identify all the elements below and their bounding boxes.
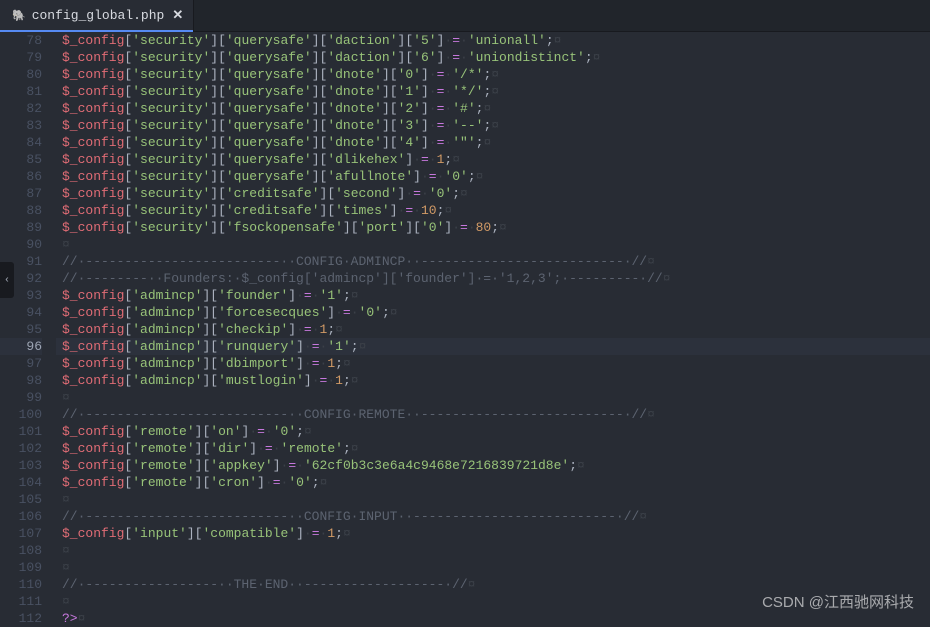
line-number-gutter: 7879808182838485868788899091929394959697… <box>0 32 56 624</box>
line-number: 101 <box>0 423 42 440</box>
code-line[interactable]: //·-----------------··THE·END··---------… <box>56 576 930 593</box>
code-line[interactable]: $_config['security']['fsockopensafe']['p… <box>56 219 930 236</box>
code-line[interactable]: $_config['security']['querysafe']['dacti… <box>56 49 930 66</box>
line-number: 85 <box>0 151 42 168</box>
code-line[interactable]: $_config['admincp']['dbimport']·=·1;¤ <box>56 355 930 372</box>
code-area[interactable]: $_config['security']['querysafe']['dacti… <box>56 32 930 624</box>
code-line[interactable]: //·-------------------------··CONFIG·ADM… <box>56 253 930 270</box>
tab-config-global[interactable]: 🐘 config_global.php ✕ <box>0 0 194 31</box>
code-line[interactable]: $_config['security']['creditsafe']['seco… <box>56 185 930 202</box>
line-number: 80 <box>0 66 42 83</box>
line-number: 87 <box>0 185 42 202</box>
line-number: 111 <box>0 593 42 610</box>
line-number: 81 <box>0 83 42 100</box>
code-line[interactable]: $_config['security']['querysafe']['dnote… <box>56 66 930 83</box>
line-number: 89 <box>0 219 42 236</box>
code-line[interactable]: $_config['security']['querysafe']['afull… <box>56 168 930 185</box>
code-line[interactable]: //·--------------------------··CONFIG·IN… <box>56 508 930 525</box>
code-line[interactable]: $_config['remote']['on']·=·'0';¤ <box>56 423 930 440</box>
code-line[interactable]: $_config['admincp']['founder']·=·'1';¤ <box>56 287 930 304</box>
line-number: 78 <box>0 32 42 49</box>
line-number: 95 <box>0 321 42 338</box>
line-number: 96 <box>0 338 42 355</box>
code-line[interactable]: $_config['security']['querysafe']['dnote… <box>56 117 930 134</box>
line-number: 105 <box>0 491 42 508</box>
code-line[interactable]: ¤ <box>56 559 930 576</box>
code-line[interactable]: $_config['security']['querysafe']['dnote… <box>56 100 930 117</box>
code-line[interactable]: //·--------------------------··CONFIG·RE… <box>56 406 930 423</box>
code-line[interactable]: $_config['security']['querysafe']['dlike… <box>56 151 930 168</box>
code-line[interactable]: $_config['security']['querysafe']['dnote… <box>56 134 930 151</box>
line-number: 97 <box>0 355 42 372</box>
line-number: 108 <box>0 542 42 559</box>
code-line[interactable]: ¤ <box>56 236 930 253</box>
panel-collapse-handle[interactable]: ‹ <box>0 262 14 298</box>
code-line[interactable]: ¤ <box>56 491 930 508</box>
code-line[interactable]: $_config['admincp']['checkip']·=·1;¤ <box>56 321 930 338</box>
line-number: 109 <box>0 559 42 576</box>
line-number: 106 <box>0 508 42 525</box>
code-line[interactable]: $_config['remote']['cron']·=·'0';¤ <box>56 474 930 491</box>
tab-filename: config_global.php <box>32 8 165 23</box>
line-number: 100 <box>0 406 42 423</box>
code-line[interactable]: ¤ <box>56 542 930 559</box>
close-icon[interactable]: ✕ <box>172 8 183 23</box>
code-line[interactable]: $_config['security']['creditsafe']['time… <box>56 202 930 219</box>
line-number: 104 <box>0 474 42 491</box>
line-number: 110 <box>0 576 42 593</box>
line-number: 94 <box>0 304 42 321</box>
line-number: 102 <box>0 440 42 457</box>
code-line[interactable]: $_config['security']['querysafe']['dacti… <box>56 32 930 49</box>
code-line[interactable]: ¤ <box>56 389 930 406</box>
line-number: 88 <box>0 202 42 219</box>
line-number: 83 <box>0 117 42 134</box>
code-line[interactable]: $_config['security']['querysafe']['dnote… <box>56 83 930 100</box>
code-line[interactable]: //·--------··Founders:·$_config['admincp… <box>56 270 930 287</box>
code-line[interactable]: $_config['remote']['dir']·=·'remote';¤ <box>56 440 930 457</box>
code-line[interactable]: $_config['admincp']['forcesecques']·=·'0… <box>56 304 930 321</box>
code-line[interactable]: ?>¤ <box>56 610 930 627</box>
line-number: 112 <box>0 610 42 627</box>
line-number: 107 <box>0 525 42 542</box>
line-number: 84 <box>0 134 42 151</box>
line-number: 79 <box>0 49 42 66</box>
code-line[interactable]: $_config['remote']['appkey']·=·'62cf0b3c… <box>56 457 930 474</box>
line-number: 98 <box>0 372 42 389</box>
code-line[interactable]: $_config['input']['compatible']·=·1;¤ <box>56 525 930 542</box>
line-number: 86 <box>0 168 42 185</box>
tab-bar: 🐘 config_global.php ✕ <box>0 0 930 32</box>
editor: 7879808182838485868788899091929394959697… <box>0 32 930 624</box>
code-line[interactable]: $_config['admincp']['runquery']·=·'1';¤ <box>56 338 930 355</box>
code-line[interactable]: $_config['admincp']['mustlogin']·=·1;¤ <box>56 372 930 389</box>
line-number: 82 <box>0 100 42 117</box>
chevron-left-icon: ‹ <box>4 275 10 286</box>
php-file-icon: 🐘 <box>12 9 26 23</box>
line-number: 103 <box>0 457 42 474</box>
code-line[interactable]: ¤ <box>56 593 930 610</box>
line-number: 90 <box>0 236 42 253</box>
line-number: 99 <box>0 389 42 406</box>
